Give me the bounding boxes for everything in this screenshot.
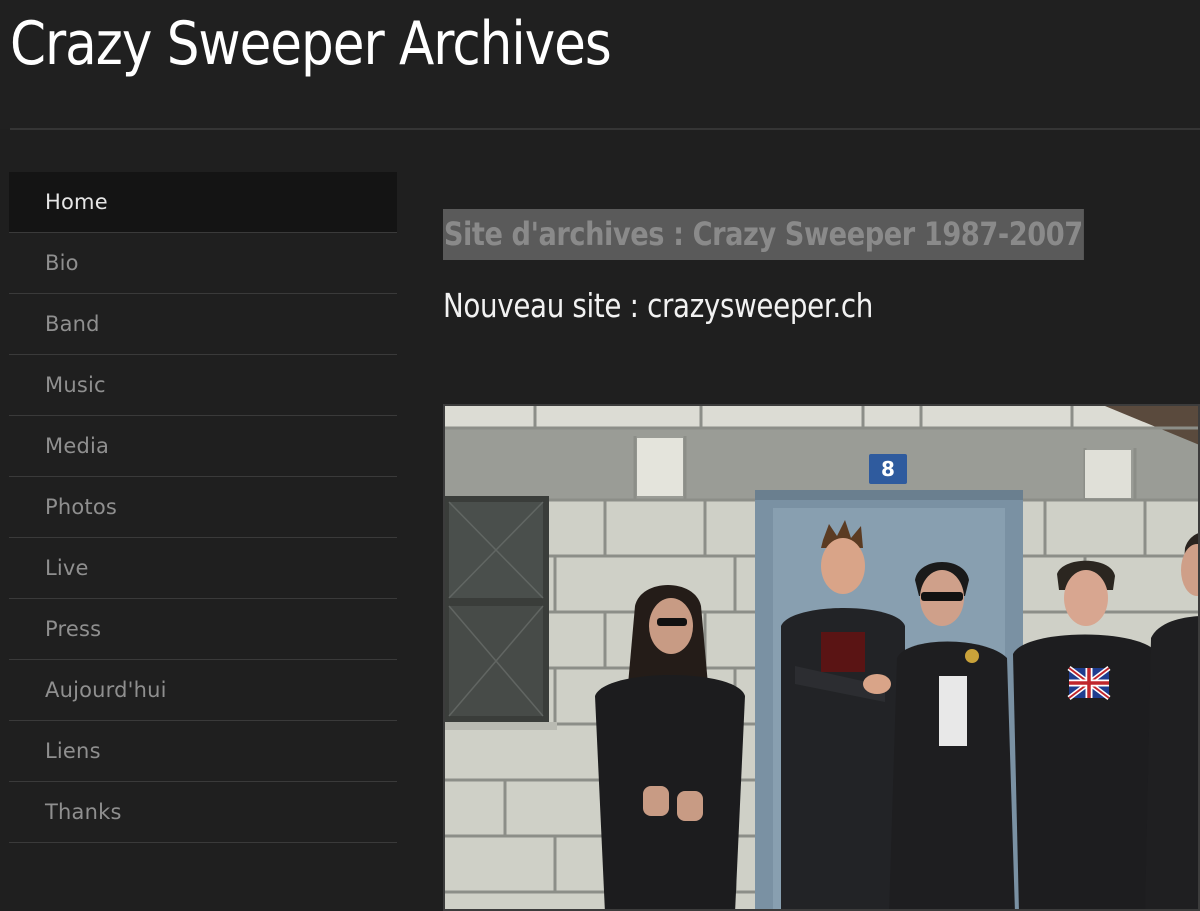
sidebar-item-label: Liens	[45, 739, 101, 763]
sidebar-item-label: Press	[45, 617, 102, 641]
sidebar-item-aujourdhui[interactable]: Aujourd'hui	[9, 660, 397, 721]
sidebar-item-home[interactable]: Home	[9, 172, 397, 233]
sidebar-item-label: Home	[45, 190, 108, 214]
band-photo: 8	[443, 404, 1200, 911]
new-site-link[interactable]: crazysweeper.ch	[647, 286, 873, 325]
site-header: Crazy Sweeper Archives	[0, 0, 1200, 130]
site-title[interactable]: Crazy Sweeper Archives	[10, 4, 612, 84]
sidebar-item-label: Band	[45, 312, 100, 336]
new-site-prefix: Nouveau site :	[443, 286, 648, 325]
sidebar-item-label: Music	[45, 373, 106, 397]
door-number: 8	[881, 457, 895, 481]
sidebar-item-bio[interactable]: Bio	[9, 233, 397, 294]
sidebar-item-music[interactable]: Music	[9, 355, 397, 416]
main-content: Site d'archives : Crazy Sweeper 1987-200…	[443, 182, 1200, 911]
sidebar-item-media[interactable]: Media	[9, 416, 397, 477]
sidebar-item-label: Media	[45, 434, 110, 458]
sidebar-nav: Home Bio Band Music Media Photos Live Pr…	[9, 172, 397, 843]
sidebar-item-photos[interactable]: Photos	[9, 477, 397, 538]
sidebar-item-liens[interactable]: Liens	[9, 721, 397, 782]
sidebar-item-label: Aujourd'hui	[45, 678, 167, 702]
new-site-line: Nouveau site : crazysweeper.ch	[443, 284, 873, 328]
sidebar-item-label: Live	[45, 556, 89, 580]
sidebar-item-label: Thanks	[45, 800, 122, 824]
sidebar-item-band[interactable]: Band	[9, 294, 397, 355]
sidebar-item-live[interactable]: Live	[9, 538, 397, 599]
header-divider	[10, 128, 1200, 130]
band-photo-image: 8	[445, 406, 1198, 909]
sidebar-item-press[interactable]: Press	[9, 599, 397, 660]
sidebar-item-thanks[interactable]: Thanks	[9, 782, 397, 843]
sidebar-item-label: Photos	[45, 495, 118, 519]
sidebar-item-label: Bio	[45, 251, 79, 275]
archive-heading: Site d'archives : Crazy Sweeper 1987-200…	[443, 208, 1084, 260]
